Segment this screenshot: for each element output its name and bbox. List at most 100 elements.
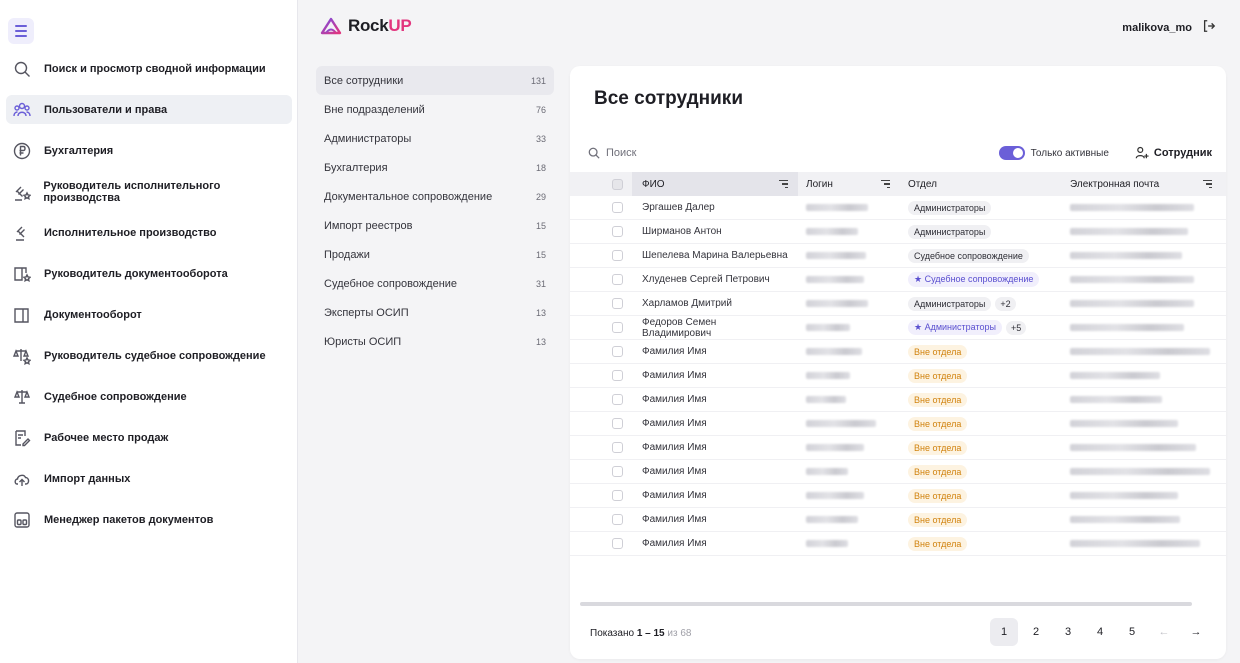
department-tag: ★ Судебное сопровождение: [908, 272, 1040, 287]
row-checkbox[interactable]: [612, 514, 623, 525]
row-checkbox[interactable]: [612, 466, 623, 477]
column-email[interactable]: Электронная почта: [1056, 179, 1226, 190]
department-count: 13: [535, 307, 546, 318]
username[interactable]: malikova_mo: [1122, 22, 1192, 34]
employee-name[interactable]: Хлуденев Сергей Петрович: [642, 274, 770, 285]
table-row[interactable]: Ширманов Антон Администраторы: [570, 220, 1226, 244]
employee-name[interactable]: Фамилия Имя: [642, 490, 707, 501]
department-item[interactable]: Документальное сопровождение 29: [316, 182, 554, 211]
add-employee-button[interactable]: Сотрудник: [1135, 146, 1212, 160]
sidebar-item-2[interactable]: Пользователи и права: [6, 95, 292, 124]
column-fio[interactable]: ФИО: [632, 172, 798, 196]
prev-page-icon[interactable]: ←: [1150, 618, 1178, 646]
toolbar: Поиск Только активные Сотрудник: [588, 142, 1212, 164]
table-row[interactable]: Фамилия Имя Вне отдела: [570, 484, 1226, 508]
sidebar-item-5[interactable]: Исполнительное производство: [6, 218, 292, 247]
row-checkbox[interactable]: [612, 202, 623, 213]
table-row[interactable]: Фамилия Имя Вне отдела: [570, 532, 1226, 556]
page-2-button[interactable]: 2: [1022, 618, 1050, 646]
search-input[interactable]: Поиск: [588, 147, 999, 159]
table-row[interactable]: Фамилия Имя Вне отдела: [570, 388, 1226, 412]
page-5-button[interactable]: 5: [1118, 618, 1146, 646]
page-1-button[interactable]: 1: [990, 618, 1018, 646]
employee-name[interactable]: Фамилия Имя: [642, 538, 707, 549]
table-row[interactable]: Харламов Дмитрий Администраторы +2: [570, 292, 1226, 316]
sidebar-item-6[interactable]: Руководитель документооборота: [6, 259, 292, 288]
more-departments-badge[interactable]: +2: [995, 296, 1016, 311]
row-checkbox[interactable]: [612, 394, 623, 405]
scales-star-icon: [12, 346, 32, 366]
more-departments-badge[interactable]: +5: [1005, 320, 1027, 335]
email-redacted: [1070, 348, 1210, 355]
table-row[interactable]: Шепелева Марина Валерьевна Судебное сопро…: [570, 244, 1226, 268]
sidebar-item-9[interactable]: Судебное сопровождение: [6, 382, 292, 411]
table-row[interactable]: Хлуденев Сергей Петрович ★ Судебное сопро…: [570, 268, 1226, 292]
table-row[interactable]: Фамилия Имя Вне отдела: [570, 364, 1226, 388]
table-row[interactable]: Фамилия Имя Вне отдела: [570, 460, 1226, 484]
row-checkbox[interactable]: [612, 322, 623, 333]
sort-icon[interactable]: [881, 179, 890, 189]
row-checkbox[interactable]: [612, 490, 623, 501]
page-4-button[interactable]: 4: [1086, 618, 1114, 646]
employee-name[interactable]: Федоров Семен Владимирович: [642, 317, 788, 339]
table-row[interactable]: Фамилия Имя Вне отдела: [570, 340, 1226, 364]
employee-name[interactable]: Фамилия Имя: [642, 394, 707, 405]
employee-name[interactable]: Ширманов Антон: [642, 226, 722, 237]
sidebar-item-label: Менеджер пакетов документов: [44, 513, 214, 526]
logo[interactable]: RockUP: [320, 16, 412, 36]
department-item[interactable]: Импорт реестров 15: [316, 211, 554, 240]
sidebar-item-4[interactable]: Руководитель исполнительного производств…: [6, 177, 292, 206]
row-checkbox[interactable]: [612, 226, 623, 237]
employee-name[interactable]: Фамилия Имя: [642, 514, 707, 525]
next-page-icon[interactable]: →: [1182, 618, 1210, 646]
logout-icon[interactable]: [1202, 19, 1216, 36]
sidebar-item-3[interactable]: Бухгалтерия: [6, 136, 292, 165]
employee-name[interactable]: Фамилия Имя: [642, 442, 707, 453]
column-dept[interactable]: Отдел: [900, 179, 1056, 190]
employee-name[interactable]: Фамилия Имя: [642, 466, 707, 477]
row-checkbox[interactable]: [612, 418, 623, 429]
sidebar-item-8[interactable]: Руководитель судебное сопровождение: [6, 341, 292, 370]
select-all-checkbox[interactable]: [612, 178, 623, 190]
department-item[interactable]: Эксперты ОСИП 13: [316, 298, 554, 327]
column-login[interactable]: Логин: [798, 179, 900, 190]
sort-icon[interactable]: [779, 179, 788, 189]
employee-name[interactable]: Харламов Дмитрий: [642, 298, 732, 309]
row-checkbox[interactable]: [612, 538, 623, 549]
row-checkbox[interactable]: [612, 274, 623, 285]
employee-name[interactable]: Фамилия Имя: [642, 370, 707, 381]
table-row[interactable]: Фамилия Имя Вне отдела: [570, 436, 1226, 460]
department-item[interactable]: Юристы ОСИП 13: [316, 327, 554, 356]
menu-icon[interactable]: [8, 18, 34, 44]
department-item[interactable]: Продажи 15: [316, 240, 554, 269]
sidebar-item-12[interactable]: Менеджер пакетов документов: [6, 505, 292, 534]
row-checkbox[interactable]: [612, 370, 623, 381]
table-row[interactable]: Фамилия Имя Вне отдела: [570, 508, 1226, 532]
employee-name[interactable]: Шепелева Марина Валерьевна: [642, 250, 788, 261]
sidebar-item-1[interactable]: Поиск и просмотр сводной информации: [6, 54, 292, 83]
table-row[interactable]: Федоров Семен Владимирович ★ Администрато…: [570, 316, 1226, 340]
department-item[interactable]: Судебное сопровождение 31: [316, 269, 554, 298]
row-checkbox[interactable]: [612, 442, 623, 453]
department-item[interactable]: Администраторы 33: [316, 124, 554, 153]
sidebar-item-11[interactable]: Импорт данных: [6, 464, 292, 493]
horizontal-scrollbar[interactable]: [580, 602, 1192, 606]
page-3-button[interactable]: 3: [1054, 618, 1082, 646]
table-row[interactable]: Фамилия Имя Вне отдела: [570, 412, 1226, 436]
row-checkbox[interactable]: [612, 298, 623, 309]
active-only-toggle[interactable]: Только активные: [998, 146, 1109, 160]
sidebar-item-7[interactable]: Документооборот: [6, 300, 292, 329]
sidebar-item-10[interactable]: Рабочее место продаж: [6, 423, 292, 452]
table-row[interactable]: Эргашев Далер Администраторы: [570, 196, 1226, 220]
toggle-switch[interactable]: [998, 146, 1025, 160]
department-item[interactable]: Все сотрудники 131: [316, 66, 554, 95]
employee-name[interactable]: Эргашев Далер: [642, 202, 715, 213]
row-checkbox[interactable]: [612, 346, 623, 357]
sort-icon[interactable]: [1203, 179, 1212, 189]
employee-name[interactable]: Фамилия Имя: [642, 418, 707, 429]
row-checkbox[interactable]: [612, 250, 623, 261]
department-item[interactable]: Бухгалтерия 18: [316, 153, 554, 182]
department-count: 18: [535, 162, 546, 173]
department-item[interactable]: Вне подразделений 76: [316, 95, 554, 124]
employee-name[interactable]: Фамилия Имя: [642, 346, 707, 357]
